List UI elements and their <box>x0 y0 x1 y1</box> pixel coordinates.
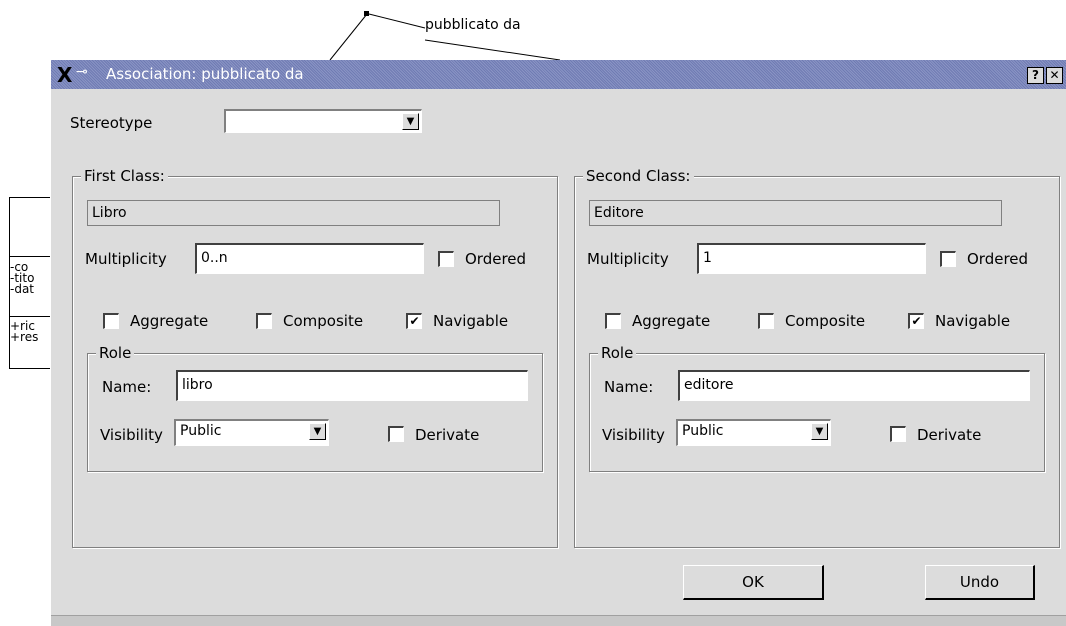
stereotype-select[interactable]: ▼ <box>224 109 422 133</box>
second-visibility-value: Public <box>682 423 724 439</box>
association-dialog: X ⊸ Association: pubblicato da ? ✕ Stere… <box>50 60 1066 626</box>
second-role-name-input[interactable]: editore <box>678 370 1030 401</box>
first-class-name-field: Libro <box>87 200 500 226</box>
help-button[interactable]: ? <box>1027 67 1044 84</box>
first-role-title: Role <box>96 344 135 362</box>
ok-button[interactable]: OK <box>683 565 824 600</box>
second-visibility-label: Visibility <box>602 426 665 444</box>
second-role-title: Role <box>598 344 637 362</box>
undo-button[interactable]: Undo <box>925 565 1035 600</box>
second-visibility-select[interactable]: Public ▼ <box>676 419 831 446</box>
first-role-group: Role Name: libro Visibility Public ▼ Der… <box>87 344 543 472</box>
second-class-group: Second Class: Editore Multiplicity 1 Ord… <box>574 167 1060 548</box>
class-operation: +res <box>10 330 39 344</box>
class-attribute: -dat <box>10 282 35 296</box>
first-visibility-select[interactable]: Public ▼ <box>174 419 329 446</box>
first-aggregate-checkbox[interactable] <box>103 313 119 329</box>
second-aggregate-label: Aggregate <box>632 312 711 330</box>
first-derivate-label: Derivate <box>415 426 480 444</box>
second-derivate-checkbox[interactable] <box>890 426 906 442</box>
second-name-label: Name: <box>604 378 654 396</box>
x-window-icon: X <box>57 63 73 87</box>
first-name-label: Name: <box>102 378 152 396</box>
first-ordered-label: Ordered <box>465 250 527 268</box>
first-ordered-checkbox[interactable] <box>438 251 454 267</box>
second-class-title: Second Class: <box>583 167 694 185</box>
second-ordered-checkbox[interactable] <box>940 251 956 267</box>
first-multiplicity-input[interactable]: 0..n <box>195 243 424 274</box>
chevron-down-icon[interactable]: ▼ <box>402 113 419 130</box>
second-class-name-field: Editore <box>589 200 1002 226</box>
first-class-group: First Class: Libro Multiplicity 0..n Ord… <box>72 167 558 548</box>
second-composite-checkbox[interactable] <box>758 313 774 329</box>
second-aggregate-checkbox[interactable] <box>605 313 621 329</box>
second-multiplicity-label: Multiplicity <box>587 250 669 268</box>
second-navigable-checkbox[interactable]: ✔ <box>908 313 924 329</box>
first-multiplicity-label: Multiplicity <box>85 250 167 268</box>
second-role-group: Role Name: editore Visibility Public ▼ D… <box>589 344 1045 472</box>
first-navigable-checkbox[interactable]: ✔ <box>406 313 422 329</box>
first-visibility-value: Public <box>180 423 222 439</box>
first-aggregate-label: Aggregate <box>130 312 209 330</box>
chevron-down-icon[interactable]: ▼ <box>811 423 828 440</box>
second-derivate-label: Derivate <box>917 426 982 444</box>
close-button[interactable]: ✕ <box>1046 67 1063 84</box>
pin-icon[interactable]: ⊸ <box>76 64 88 80</box>
first-role-name-input[interactable]: libro <box>176 370 528 401</box>
first-class-title: First Class: <box>81 167 168 185</box>
chevron-down-icon[interactable]: ▼ <box>309 423 326 440</box>
window-title: Association: pubblicato da <box>106 65 304 83</box>
second-composite-label: Composite <box>785 312 866 330</box>
second-ordered-label: Ordered <box>967 250 1029 268</box>
second-navigable-label: Navigable <box>935 312 1011 330</box>
second-multiplicity-input[interactable]: 1 <box>697 243 926 274</box>
horizontal-scrollbar[interactable] <box>51 615 1066 626</box>
first-navigable-label: Navigable <box>433 312 509 330</box>
first-composite-label: Composite <box>283 312 364 330</box>
association-name-label: pubblicato da <box>425 17 521 33</box>
title-bar[interactable]: X ⊸ Association: pubblicato da ? ✕ <box>51 60 1066 89</box>
first-composite-checkbox[interactable] <box>256 313 272 329</box>
first-derivate-checkbox[interactable] <box>388 426 404 442</box>
first-visibility-label: Visibility <box>100 426 163 444</box>
stereotype-label: Stereotype <box>70 114 153 132</box>
